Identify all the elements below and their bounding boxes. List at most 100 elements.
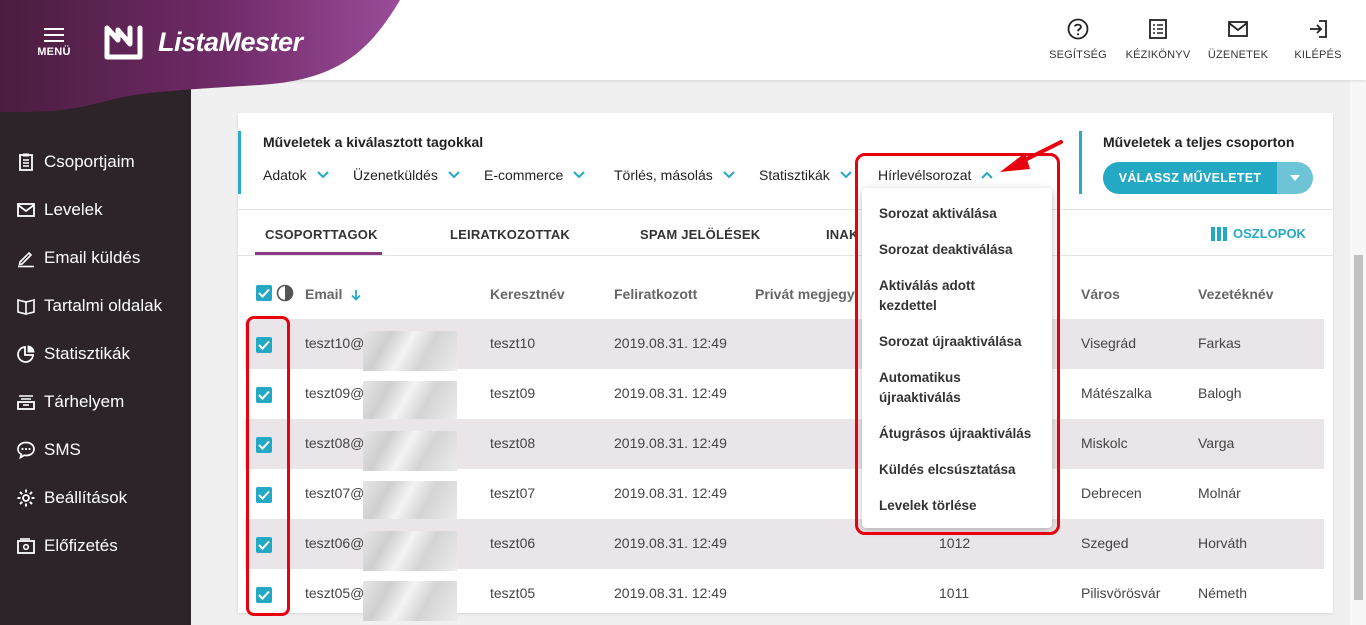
redacted-email (363, 531, 457, 571)
menu-uzenetkuldes[interactable]: Üzenetküldés (353, 167, 460, 183)
help-button[interactable]: SEGÍTSÉG (1038, 18, 1118, 63)
table-row[interactable]: teszt06@ teszt06 2019.08.31. 12:49 1012 … (245, 519, 1324, 571)
sidebar-item-label: Tárhelyem (44, 392, 125, 411)
choose-action-label[interactable]: VÁLASSZ MŰVELETET (1103, 162, 1277, 194)
city-cell: Mátészalka (1081, 385, 1152, 401)
dropdown-item-automatikus-ujraaktivalas[interactable]: Automatikus újraaktiválás (879, 368, 989, 408)
subscribed-cell: 2019.08.31. 12:49 (614, 535, 727, 551)
chevron-down-icon (573, 171, 586, 179)
table-row[interactable]: teszt08@ teszt08 2019.08.31. 12:49 Misko… (245, 419, 1324, 471)
email-cell: teszt10@ (305, 335, 365, 351)
column-header-first-name[interactable]: Keresztnév (490, 286, 565, 302)
logout-button[interactable]: KILÉPÉS (1278, 18, 1358, 63)
selected-ops-title: Műveletek a kiválasztott tagokkal (263, 134, 484, 150)
column-header-last-name[interactable]: Vezetéknév (1198, 286, 1274, 302)
manual-icon (1149, 19, 1167, 39)
sidebar-item-tartalmi-oldalak[interactable]: Tartalmi oldalak (16, 291, 162, 321)
dropdown-item-kuldes-elcsusztatasa[interactable]: Küldés elcsúsztatása (879, 460, 1044, 480)
row-checkbox[interactable] (256, 387, 272, 403)
sidebar-item-beallitasok[interactable]: Beállítások (16, 483, 127, 513)
tab-csoporttagok[interactable]: CSOPORTTAGOK (265, 227, 378, 242)
table-row[interactable]: teszt09@ teszt09 2019.08.31. 12:49 Mátés… (245, 369, 1324, 421)
listamester-logo-icon (104, 25, 143, 60)
redacted-email (363, 431, 457, 471)
menu-label: Adatok (263, 167, 307, 183)
dropdown-item-aktivalas-adott-kezdettel[interactable]: Aktiválás adott kezdettel (879, 276, 1009, 316)
hamburger-icon (44, 28, 64, 42)
table-row[interactable]: teszt10@ teszt10 2019.08.31. 12:49 Viseg… (245, 319, 1324, 371)
group-ops-title: Műveletek a teljes csoporton (1103, 134, 1295, 150)
check-icon (258, 288, 270, 298)
email-cell: teszt06@ (305, 535, 365, 551)
subscribed-cell: 2019.08.31. 12:49 (614, 485, 727, 501)
menu-hirlevelsorozat[interactable]: Hírlevélsorozat (878, 167, 994, 183)
logout-icon (1310, 20, 1327, 38)
sidebar-item-csoportjaim[interactable]: Csoportjaim (16, 147, 135, 177)
table-row[interactable]: teszt07@ teszt07 2019.08.31. 12:49 Debre… (245, 469, 1324, 521)
envelope-icon (17, 203, 35, 217)
tab-leiratkozottak[interactable]: LEIRATKOZOTTAK (450, 227, 570, 242)
scrollbar-thumb[interactable] (1354, 255, 1363, 600)
check-icon (258, 540, 270, 550)
menu-torles-masolas[interactable]: Törlés, másolás (614, 167, 735, 183)
column-header-private-note[interactable]: Privát megjegy (755, 286, 855, 302)
manual-button[interactable]: KÉZIKÖNYV (1118, 18, 1198, 63)
column-header-email[interactable]: Email (305, 286, 362, 302)
row-checkbox[interactable] (256, 537, 272, 553)
check-icon (258, 440, 270, 450)
app-name: ListaMester (158, 26, 303, 57)
menu-label: E-commerce (484, 167, 564, 183)
logo[interactable]: ListaMester (104, 24, 303, 60)
check-icon (258, 340, 270, 350)
dropdown-item-sorozat-deaktivalasa[interactable]: Sorozat deaktiválása (879, 240, 1044, 260)
gear-icon (17, 489, 35, 507)
menu-button[interactable]: MENÜ (30, 24, 78, 64)
sidebar-item-label: Beállítások (44, 488, 128, 507)
redacted-email (363, 331, 457, 371)
subscribed-cell: 2019.08.31. 12:49 (614, 585, 727, 601)
column-header-subscribed[interactable]: Feliratkozott (614, 286, 697, 302)
row-checkbox[interactable] (256, 337, 272, 353)
email-cell: teszt07@ (305, 485, 365, 501)
dropdown-item-sorozat-aktivalasa[interactable]: Sorozat aktiválása (879, 204, 1044, 224)
subscribed-cell: 2019.08.31. 12:49 (614, 385, 727, 401)
choose-action-button[interactable]: VÁLASSZ MŰVELETET (1103, 162, 1313, 194)
sms-icon (17, 441, 35, 460)
choose-action-dropdown[interactable] (1277, 162, 1313, 194)
check-icon (258, 590, 270, 600)
sidebar-item-statisztikak[interactable]: Statisztikák (16, 339, 130, 369)
row-checkbox[interactable] (256, 437, 272, 453)
last-name-cell: Farkas (1198, 335, 1241, 351)
sidebar-item-elofizetes[interactable]: Előfizetés (16, 531, 118, 561)
dropdown-item-sorozat-ujraaktivalasa[interactable]: Sorozat újraaktiválása (879, 332, 1044, 352)
chevron-down-icon (316, 171, 329, 179)
menu-adatok[interactable]: Adatok (263, 167, 329, 183)
row-checkbox[interactable] (256, 587, 272, 603)
sidebar-item-email-kuldes[interactable]: Email küldés (16, 243, 140, 273)
sidebar-item-levelek[interactable]: Levelek (16, 195, 103, 225)
menu-label: Hírlevélsorozat (878, 167, 972, 183)
pen-icon (18, 251, 34, 268)
dropdown-item-levelek-torlese[interactable]: Levelek törlése (879, 496, 1044, 516)
select-all-checkbox[interactable] (256, 285, 272, 301)
sidebar-item-sms[interactable]: SMS (16, 435, 81, 465)
id-cell: 1012 (939, 535, 971, 551)
sidebar-item-tarhelyem[interactable]: Tárhelyem (16, 387, 124, 417)
row-checkbox[interactable] (256, 487, 272, 503)
scrollbar[interactable] (1350, 80, 1366, 625)
columns-icon (1211, 226, 1227, 241)
first-name-cell: teszt05 (490, 585, 536, 601)
columns-label: OSZLOPOK (1233, 226, 1306, 241)
menu-label: Törlés, másolás (614, 167, 713, 183)
tab-spam-jelolesek[interactable]: SPAM JELÖLÉSEK (640, 227, 760, 242)
tab-inaktiv[interactable]: INAK (826, 227, 859, 242)
menu-ecommerce[interactable]: E-commerce (484, 167, 586, 183)
messages-button[interactable]: ÜZENETEK (1198, 18, 1278, 63)
columns-button[interactable]: OSZLOPOK (1211, 226, 1306, 241)
contrast-icon[interactable] (276, 284, 294, 302)
last-name-cell: Varga (1198, 435, 1235, 451)
dropdown-item-atugrasos-ujraaktivalas[interactable]: Átugrásos újraaktiválás (879, 424, 1044, 444)
table-row[interactable]: teszt05@ teszt05 2019.08.31. 12:49 1011 … (245, 569, 1324, 621)
menu-statisztikak[interactable]: Statisztikák (759, 167, 852, 183)
column-header-city[interactable]: Város (1081, 286, 1120, 302)
